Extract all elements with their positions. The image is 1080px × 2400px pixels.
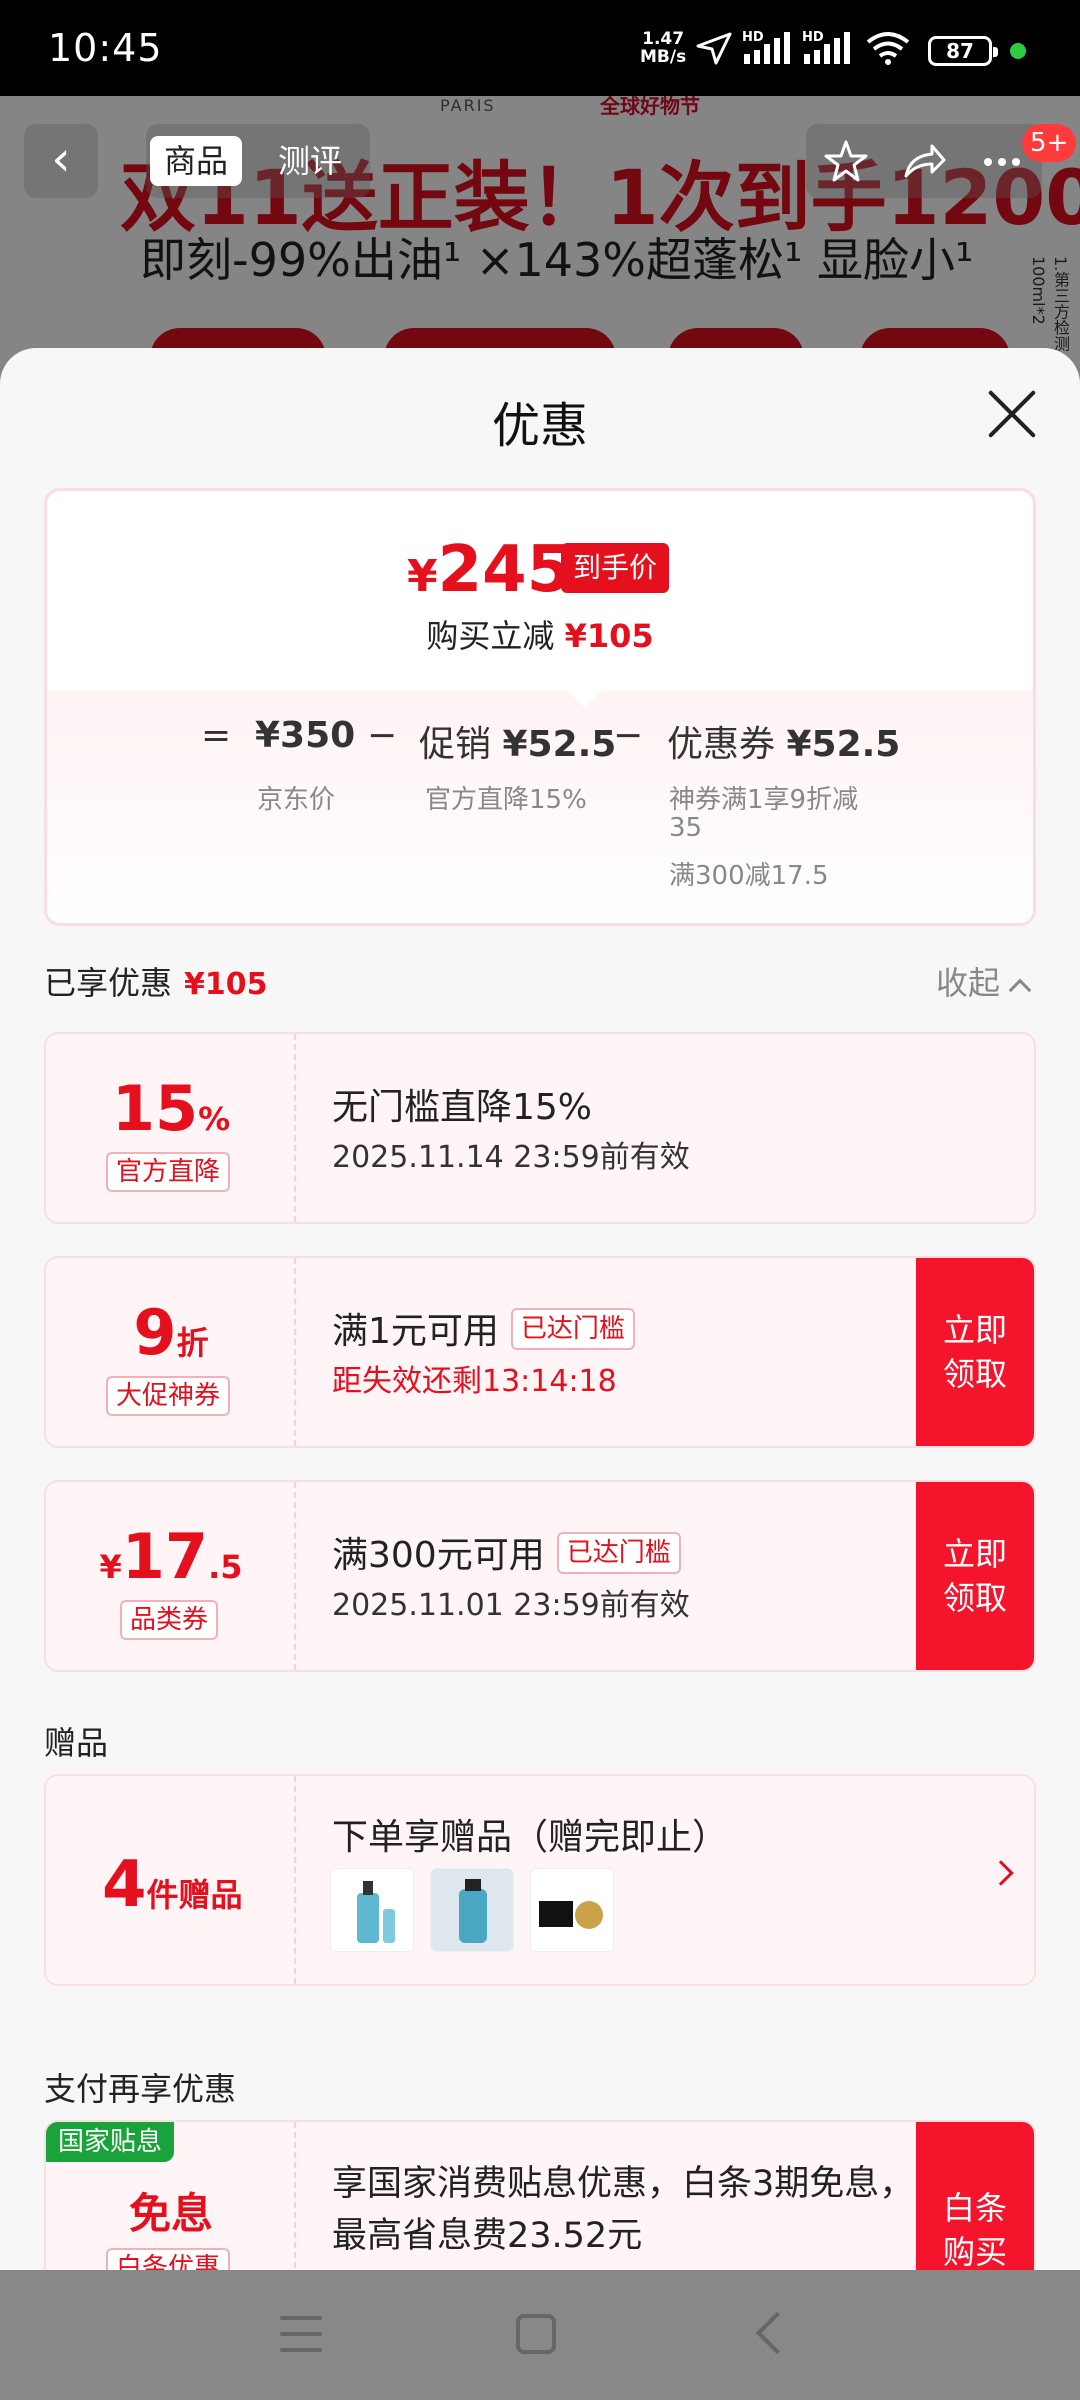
tab-product[interactable]: 商品 bbox=[150, 136, 243, 186]
final-price: ¥245 bbox=[407, 533, 572, 607]
discount-sheet: 优惠 ¥245 到手价 购买立减 ¥105 = ¥350 京东价 − 促销 ¥5… bbox=[0, 348, 1080, 2270]
coupon-sub-2: 满300减17.5 bbox=[669, 861, 829, 891]
favorite-star-icon[interactable] bbox=[820, 136, 872, 188]
wifi-icon bbox=[866, 32, 910, 65]
gifts-card[interactable]: 4件赠品 下单享赠品（赠完即止） bbox=[44, 1774, 1036, 1986]
status-time: 10:45 bbox=[48, 26, 163, 70]
final-price-tag: 到手价 bbox=[561, 543, 670, 593]
national-subsidy-badge: 国家贴息 bbox=[46, 2122, 175, 2162]
coupon-value: ¥17.5 bbox=[99, 1520, 243, 1593]
menu-icon[interactable] bbox=[280, 2316, 322, 2352]
back-icon[interactable] bbox=[755, 2311, 799, 2355]
enjoyed-label: 已享优惠 ¥105 bbox=[44, 964, 268, 1002]
chevron-up-icon bbox=[1008, 978, 1032, 1002]
threshold-reached-badge: 已达门槛 bbox=[556, 1532, 681, 1574]
more-icon[interactable] bbox=[976, 136, 1028, 188]
interest-free-label: 免息 bbox=[128, 2189, 213, 2238]
coupon-sub: 神券满1享9折减 bbox=[669, 785, 859, 815]
gift-thumbnail bbox=[530, 1868, 614, 1952]
coupon-validity: 2025.11.14 23:59前有效 bbox=[332, 1140, 690, 1175]
claim-coupon-button[interactable]: 立即领取 bbox=[916, 1482, 1034, 1670]
sheet-title: 优惠 bbox=[491, 398, 588, 454]
back-button[interactable]: ‹ bbox=[24, 124, 98, 198]
coupon-amount: 优惠券 ¥52.5 bbox=[667, 724, 901, 765]
price-summary-card: ¥245 到手价 购买立减 ¥105 = ¥350 京东价 − 促销 ¥52.5… bbox=[44, 488, 1036, 926]
gift-thumbnail bbox=[430, 1868, 514, 1952]
pay-offer-description: 享国家消费贴息优惠，白条3期免息，最高省息费23.52元 bbox=[332, 2164, 915, 2256]
battery-icon: 87 bbox=[928, 36, 998, 66]
baitiao-buy-button[interactable]: 白条购买 bbox=[916, 2122, 1034, 2270]
jd-price: ¥350 bbox=[255, 715, 356, 756]
message-count-badge: 5+ bbox=[1022, 124, 1077, 162]
coupon-tag: 官方直降 bbox=[106, 1152, 231, 1192]
coupon-title: 满300元可用 已达门槛 bbox=[332, 1526, 681, 1578]
coupon-title: 满1元可用 已达门槛 bbox=[332, 1302, 635, 1354]
coupon-card: 9折 大促神券 满1元可用 已达门槛 距失效还剩13:14:18 立即领取 bbox=[44, 1256, 1036, 1448]
instant-discount: 购买立减 ¥105 bbox=[426, 617, 654, 655]
coupon-card: 15% 官方直降 无门槛直降15% 2025.11.14 23:59前有效 bbox=[44, 1032, 1036, 1224]
pay-offer-card: 国家贴息 免息 白条优惠 享国家消费贴息优惠，白条3期免息，最高省息费23.52… bbox=[44, 2120, 1036, 2270]
collapse-button[interactable]: 收起 bbox=[936, 958, 1032, 1004]
gift-thumbnail bbox=[330, 1868, 414, 1952]
tab-reviews[interactable]: 测评 bbox=[264, 136, 356, 186]
equals-sign: = bbox=[201, 715, 232, 756]
home-icon[interactable] bbox=[516, 2314, 556, 2354]
coupon-title: 无门槛直降15% bbox=[332, 1087, 593, 1128]
threshold-reached-badge: 已达门槛 bbox=[510, 1308, 635, 1350]
jd-price-label: 京东价 bbox=[257, 785, 336, 815]
coupon-tag: 大促神券 bbox=[106, 1376, 231, 1416]
baitiao-tag: 白条优惠 bbox=[106, 2248, 231, 2270]
coupon-value: 15% bbox=[111, 1072, 231, 1145]
promo-sub: 官方直降15% bbox=[425, 785, 587, 815]
signal-icon-2: HD bbox=[802, 30, 856, 66]
coupon-validity: 2025.11.01 23:59前有效 bbox=[332, 1588, 690, 1623]
chevron-right-icon bbox=[988, 1860, 1014, 1886]
close-icon[interactable] bbox=[980, 382, 1044, 446]
coupon-countdown: 距失效还剩13:14:18 bbox=[332, 1364, 617, 1399]
coupon-value: 9折 bbox=[133, 1296, 209, 1369]
claim-coupon-button[interactable]: 立即领取 bbox=[916, 1258, 1034, 1446]
gift-count: 4件赠品 bbox=[102, 1848, 243, 1922]
system-navigation-bar bbox=[0, 2270, 1080, 2400]
coupon-card: ¥17.5 品类券 满300元可用 已达门槛 2025.11.01 23:59前有… bbox=[44, 1480, 1036, 1672]
product-tabs: 商品 测评 bbox=[146, 124, 370, 198]
coupon-tag: 品类券 bbox=[120, 1600, 219, 1640]
pay-section-title: 支付再享优惠 bbox=[44, 2070, 237, 2108]
privacy-indicator-dot bbox=[1010, 43, 1026, 59]
minus-sign: − bbox=[613, 715, 644, 756]
network-rate: 1.47 MB/s bbox=[640, 29, 687, 67]
gifts-section-title: 赠品 bbox=[44, 1724, 109, 1762]
location-icon bbox=[696, 32, 732, 65]
signal-icon-1: HD bbox=[742, 30, 796, 66]
coupon-sub-cont: 35 bbox=[669, 813, 703, 843]
top-tools bbox=[806, 124, 1042, 198]
minus-sign: − bbox=[367, 715, 398, 756]
share-icon[interactable] bbox=[898, 136, 950, 188]
gift-title: 下单享赠品（赠完即止） bbox=[332, 1817, 729, 1858]
promo-amount: 促销 ¥52.5 bbox=[419, 724, 617, 765]
status-bar: 10:45 1.47 MB/s HD HD 87 bbox=[0, 0, 1080, 96]
